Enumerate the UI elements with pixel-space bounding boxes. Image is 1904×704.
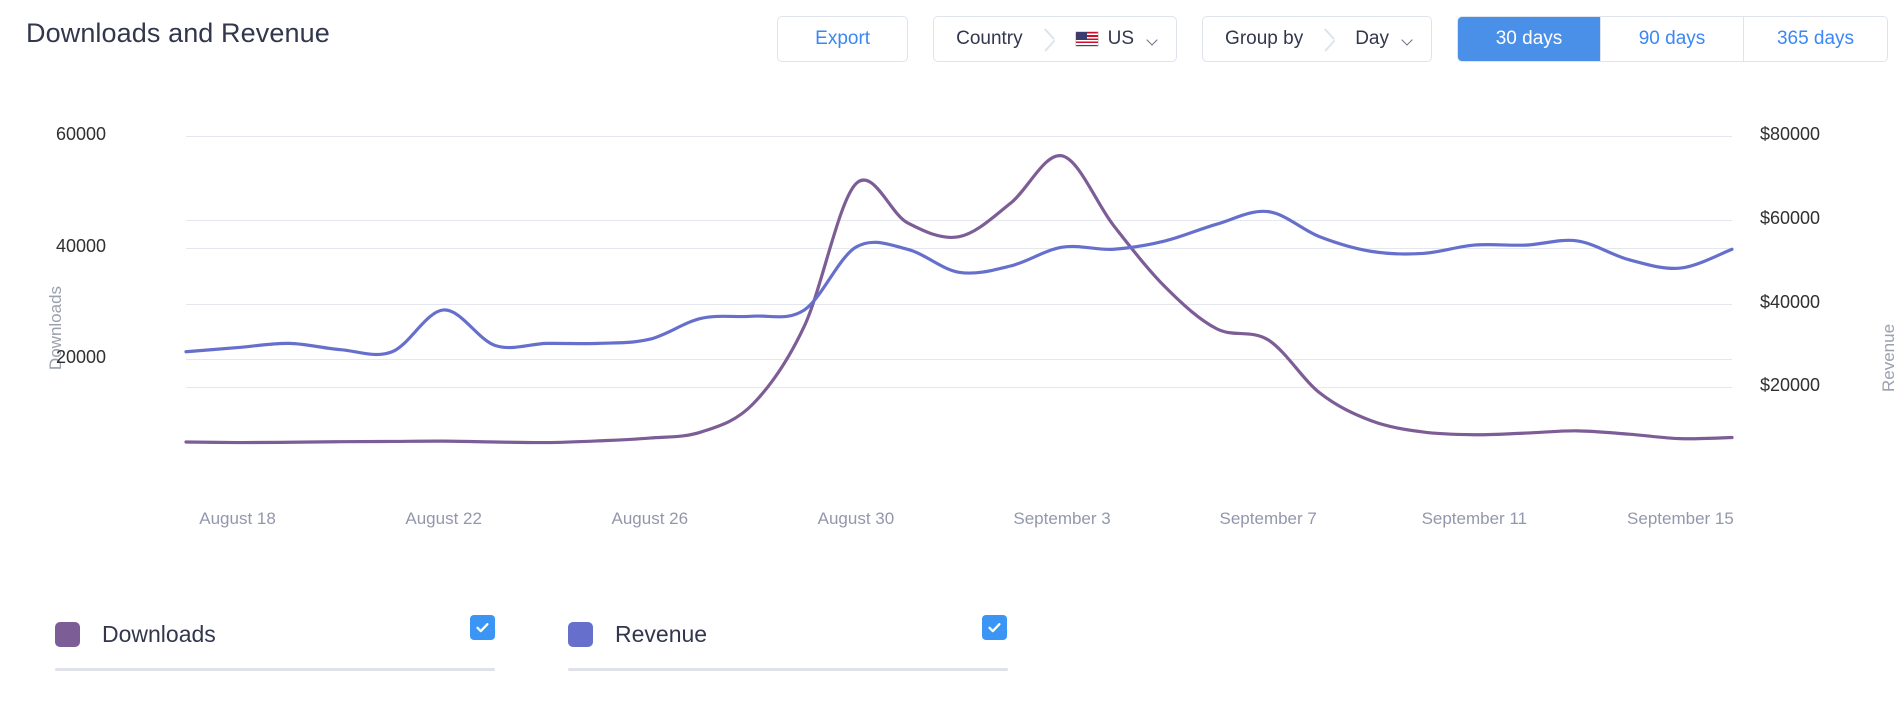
groupby-filter[interactable]: Group by Day (1202, 16, 1432, 62)
x-axis-tick-label: September 3 (1013, 509, 1111, 528)
chevron-down-icon (1402, 36, 1413, 43)
legend-checkbox-revenue[interactable] (982, 615, 1007, 640)
x-axis-tick-label: September 15 (1627, 509, 1734, 528)
y-axis-right-tick-label: $20000 (1760, 375, 1821, 396)
x-axis-tick-label: August 22 (405, 509, 482, 528)
y-axis-left-tick-label: 40000 (55, 235, 106, 256)
x-axis-tick-label: September 11 (1421, 509, 1528, 528)
series-lines (184, 154, 1734, 445)
pill-divider-icon (1043, 17, 1065, 61)
legend-item-downloads[interactable]: Downloads (55, 600, 216, 668)
legend-label-revenue: Revenue (615, 620, 708, 647)
chart-legend: Downloads Revenue (0, 600, 1904, 704)
y-axis-right-tick-label: $40000 (1760, 291, 1821, 312)
us-flag-icon (1074, 31, 1099, 47)
groupby-filter-label: Group by (1225, 28, 1304, 49)
legend-swatch-downloads (55, 621, 80, 647)
x-axis-tick-label: August 30 (817, 509, 895, 528)
x-axis-tick-label: August 26 (611, 509, 689, 528)
legend-checkbox-downloads[interactable] (470, 615, 495, 640)
chevron-down-icon (1147, 36, 1158, 43)
legend-rule-revenue (568, 668, 1008, 671)
x-axis-tick-label: September 7 (1219, 509, 1317, 528)
toolbar: Export Country US Group by Day 30 days 9… (777, 16, 1888, 62)
range-365-days[interactable]: 365 days (1744, 17, 1887, 61)
range-30-days[interactable]: 30 days (1458, 17, 1601, 61)
legend-rule-downloads (55, 668, 495, 671)
y-axis-left-label: Downloads (46, 285, 65, 371)
groupby-filter-value[interactable]: Day (1345, 17, 1431, 61)
y-axis-right-label: Revenue (1879, 323, 1898, 393)
groupby-value-text: Day (1355, 28, 1389, 49)
country-filter-value[interactable]: US (1065, 17, 1176, 61)
y-axis-right-tick-label: $80000 (1760, 124, 1821, 145)
country-filter-label: Country (956, 28, 1023, 49)
legend-label-downloads: Downloads (102, 620, 216, 647)
legend-swatch-revenue (568, 621, 593, 647)
export-button[interactable]: Export (777, 16, 909, 62)
country-filter[interactable]: Country US (933, 16, 1178, 62)
chart-header: Downloads and Revenue Export Country US … (0, 0, 1904, 86)
legend-item-revenue[interactable]: Revenue (568, 600, 707, 668)
date-range-selector[interactable]: 30 days 90 days 365 days (1457, 16, 1888, 62)
country-value-text: US (1107, 28, 1135, 49)
y-axis-right-tick-label: $60000 (1760, 207, 1821, 228)
range-90-days[interactable]: 90 days (1601, 17, 1744, 61)
chart-container: Downloads Revenue 20000 40000 60000 $20000… (0, 86, 1904, 566)
series-line-revenue (184, 209, 1734, 357)
plot-area[interactable] (184, 114, 1734, 471)
page-title: Downloads and Revenue (26, 18, 330, 48)
x-axis-tick-label: August 18 (199, 509, 276, 528)
pill-divider-icon (1323, 17, 1345, 61)
y-axis-left-tick-label: 20000 (55, 347, 106, 368)
y-axis-left-tick-label: 60000 (55, 124, 106, 145)
series-line-downloads (184, 154, 1734, 445)
